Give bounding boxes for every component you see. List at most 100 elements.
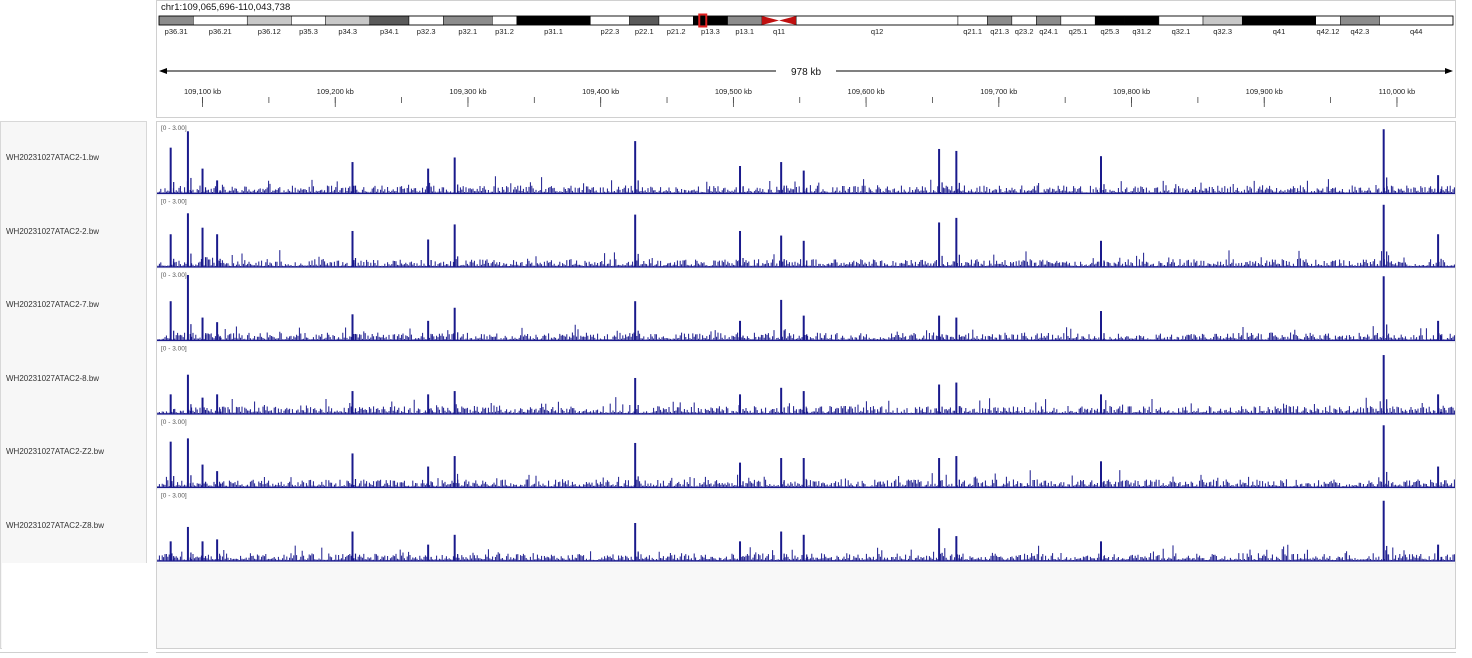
cytoband[interactable] (443, 15, 493, 26)
signal-track[interactable]: [0 - 3.00] (157, 416, 1455, 490)
cytoband-label: p34.1 (380, 27, 399, 36)
ruler-tick-label: 109,100 kb (184, 87, 221, 96)
data-range-label: [0 - 3.00] (161, 493, 187, 500)
track-name[interactable]: WH20231027ATAC2-7.bw (6, 300, 99, 309)
cytoband[interactable] (658, 15, 694, 26)
cytoband-label: q44 (1410, 27, 1423, 36)
cytoband-label: q42.12 (1317, 27, 1340, 36)
cytoband[interactable] (957, 15, 988, 26)
signal-track[interactable]: [0 - 3.00] (157, 269, 1455, 343)
cytoband[interactable] (193, 15, 248, 26)
chromosome-ideogram[interactable]: p36.31 p36.21 p36.12 p35.3 p34.3 p34.1 p32.3 p3… (157, 13, 1455, 53)
track-name[interactable]: WH20231027ATAC2-8.bw (6, 374, 99, 383)
cytoband-label: p22.3 (601, 27, 620, 36)
cytoband[interactable] (727, 15, 763, 26)
span-arrow-left (159, 68, 167, 74)
centromere-marker (779, 16, 797, 25)
cytoband-label: q23.2 (1015, 27, 1034, 36)
locus-label: chr1:109,065,696-110,043,738 (161, 2, 291, 13)
cytoband-label: p13.1 (735, 27, 754, 36)
cytoband-label: p22.1 (635, 27, 654, 36)
track-name[interactable]: WH20231027ATAC2-2.bw (6, 227, 99, 236)
cytoband-label: p31.2 (495, 27, 514, 36)
cytoband[interactable] (158, 15, 194, 26)
cytoband-label: q25.1 (1069, 27, 1088, 36)
bottom-divider-left (0, 652, 148, 658)
span-label: 978 kb (791, 67, 821, 78)
cytoband-label: p32.1 (458, 27, 477, 36)
cytoband[interactable] (246, 15, 292, 26)
left-header-blank (0, 0, 148, 118)
ruler-tick-label: 110,000 kb (1379, 87, 1416, 96)
cytoband[interactable] (1202, 15, 1243, 26)
cytoband-label: p13.3 (701, 27, 720, 36)
cytoband-label: q21.3 (990, 27, 1009, 36)
cytoband-label: q31.2 (1132, 27, 1151, 36)
cytoband[interactable] (795, 15, 959, 26)
cytoband[interactable] (629, 15, 660, 26)
ruler-tick-label: 109,700 kb (980, 87, 1017, 96)
track-name-panel: WH20231027ATAC2-1.bw WH20231027ATAC2-2.bw… (0, 121, 147, 649)
genomic-ruler[interactable]: 978 kb 109,100 kb 109,200 kb 109,300 kb 109,… (157, 59, 1455, 109)
data-range-label: [0 - 3.00] (161, 419, 187, 426)
cytoband[interactable] (1060, 15, 1096, 26)
cytoband-label: q32.3 (1213, 27, 1232, 36)
ruler-tick-label: 109,400 kb (582, 87, 619, 96)
bottom-divider-right (156, 652, 1456, 658)
ruler-tick-label: 109,800 kb (1113, 87, 1150, 96)
cytoband[interactable] (1241, 15, 1317, 26)
cytoband[interactable] (1124, 15, 1160, 26)
cytoband-label: p32.3 (417, 27, 436, 36)
cytoband[interactable] (325, 15, 371, 26)
cytoband-label: q21.1 (963, 27, 982, 36)
cytoband[interactable] (408, 15, 444, 26)
data-range-label: [0 - 3.00] (161, 346, 187, 353)
track-name[interactable]: WH20231027ATAC2-Z2.bw (6, 447, 104, 456)
cytoband[interactable] (987, 15, 1013, 26)
cytoband-label: q32.1 (1172, 27, 1191, 36)
cytoband[interactable] (291, 15, 326, 26)
cytoband[interactable] (1011, 15, 1037, 26)
signal-track[interactable]: [0 - 3.00] (157, 122, 1455, 196)
ruler-tick-label: 109,900 kb (1246, 87, 1283, 96)
data-range-label: [0 - 3.00] (161, 272, 187, 279)
cytoband[interactable] (1158, 15, 1204, 26)
cytoband[interactable] (369, 15, 410, 26)
signal-track[interactable]: [0 - 3.00] (157, 489, 1455, 564)
data-range-label: [0 - 3.00] (161, 125, 187, 132)
signal-track[interactable]: [0 - 3.00] (157, 342, 1455, 417)
cytoband[interactable] (1315, 15, 1341, 26)
track-name[interactable]: WH20231027ATAC2-Z8.bw (6, 521, 104, 530)
ruler-tick-label: 109,600 kb (848, 87, 885, 96)
left-empty-area (2, 563, 147, 649)
cytoband[interactable] (516, 15, 591, 26)
cytoband[interactable] (590, 15, 630, 26)
ruler-tick-label: 109,500 kb (715, 87, 752, 96)
cytoband-label: p31.1 (544, 27, 563, 36)
cytoband-label: q24.1 (1039, 27, 1058, 36)
empty-track-area (157, 563, 1455, 648)
cytoband-label: q41 (1273, 27, 1286, 36)
cytoband[interactable] (492, 15, 518, 26)
centromere-marker (761, 16, 780, 25)
header-panel: chr1:109,065,696-110,043,738 p36.31 p36.2… (156, 0, 1456, 118)
cytoband[interactable] (1379, 15, 1454, 26)
track-name[interactable]: WH20231027ATAC2-1.bw (6, 153, 99, 162)
ruler-tick-label: 109,300 kb (449, 87, 486, 96)
cytoband-label: p36.31 (165, 27, 188, 36)
cytoband[interactable] (1036, 15, 1062, 26)
data-range-label: [0 - 3.00] (161, 199, 187, 206)
cytoband-label: q25.3 (1101, 27, 1120, 36)
cytoband-label: q11 (773, 27, 785, 36)
signal-track[interactable]: [0 - 3.00] (157, 195, 1455, 270)
cytoband[interactable] (1094, 15, 1125, 26)
signal-tracks[interactable]: [0 - 3.00] [0 - 3.00] [0 - 3.00] [0 - 3.00]… (157, 122, 1455, 648)
data-panel[interactable]: [0 - 3.00] [0 - 3.00] [0 - 3.00] [0 - 3.00]… (156, 121, 1456, 649)
cytoband-label: p21.2 (667, 27, 686, 36)
cytoband-label: p34.3 (338, 27, 357, 36)
cytoband-label: p36.12 (258, 27, 281, 36)
cytoband-label: p36.21 (209, 27, 232, 36)
span-arrow-right (1445, 68, 1453, 74)
cytoband-label: p35.3 (299, 27, 318, 36)
cytoband[interactable] (1340, 15, 1380, 26)
